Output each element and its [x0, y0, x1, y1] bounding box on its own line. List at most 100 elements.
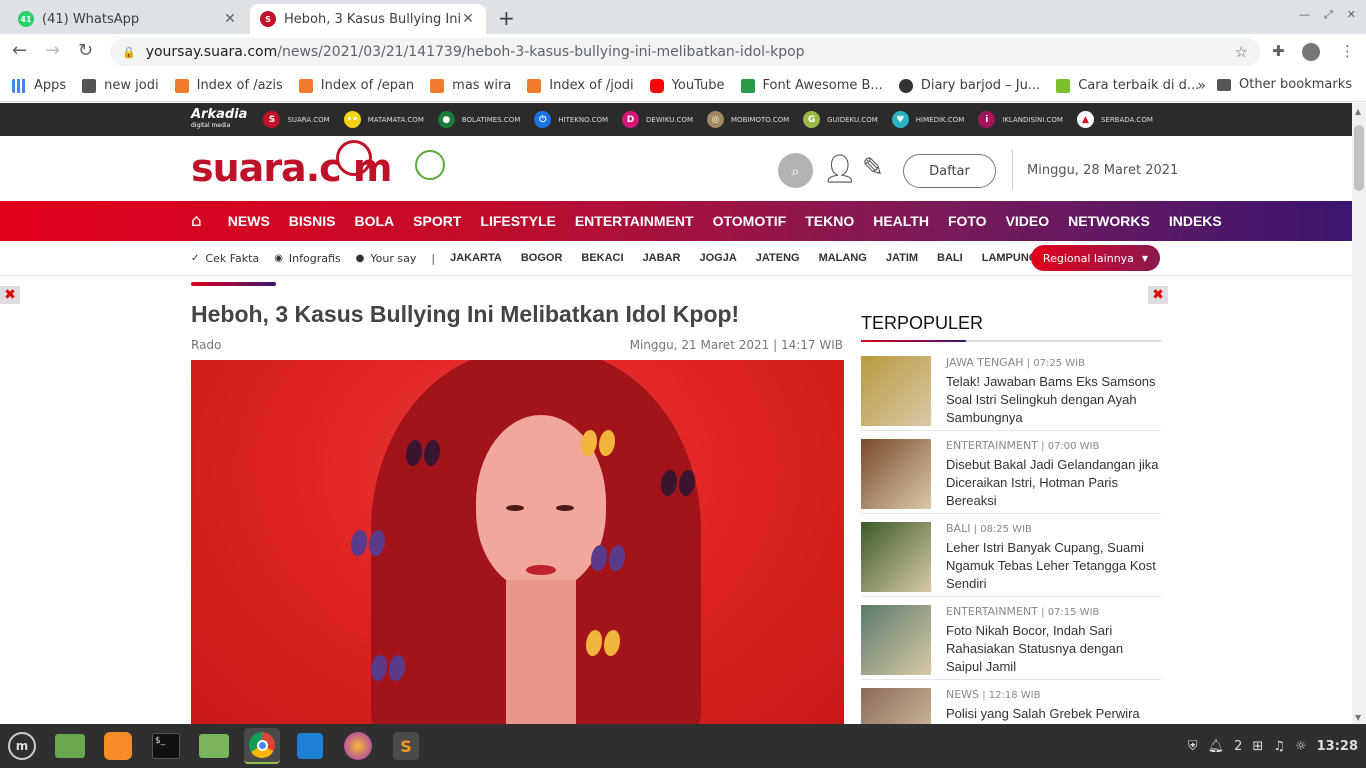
- popular-item[interactable]: NEWS | 12:18 WIB Polisi yang Salah Grebek…: [861, 680, 1161, 724]
- nav-item-health[interactable]: HEALTH: [873, 213, 929, 229]
- shield-icon[interactable]: ⛨: [1188, 739, 1198, 754]
- network-site-link[interactable]: S SUARA.COM: [263, 111, 330, 128]
- back-icon[interactable]: ←: [12, 40, 27, 61]
- firefox-dev-icon[interactable]: [340, 728, 376, 764]
- brightness-icon[interactable]: ☼: [1295, 739, 1307, 754]
- reload-icon[interactable]: ↻: [78, 40, 93, 61]
- close-tab-icon[interactable]: ✕: [460, 11, 476, 27]
- popular-title[interactable]: Polisi yang Salah Grebek Perwira: [946, 705, 1140, 723]
- region-jakarta[interactable]: JAKARTA: [450, 252, 502, 264]
- daftar-button[interactable]: Daftar: [903, 154, 996, 188]
- nav-item-sport[interactable]: SPORT: [413, 213, 461, 229]
- nav-item-indeks[interactable]: INDEKS: [1169, 213, 1222, 229]
- nav-item-foto[interactable]: FOTO: [948, 213, 987, 229]
- scroll-up-icon[interactable]: ▲: [1355, 107, 1361, 116]
- nav-item-otomotif[interactable]: OTOMOTIF: [713, 213, 787, 229]
- bookmark-index-azis[interactable]: Index of /azis: [174, 78, 283, 93]
- nav-item-bisnis[interactable]: BISNIS: [289, 213, 336, 229]
- bookmark-index-epan[interactable]: Index of /epan: [298, 78, 414, 93]
- network-site-link[interactable]: ▲ SERBADA.COM: [1076, 111, 1153, 128]
- popular-thumbnail[interactable]: [861, 522, 931, 592]
- home-icon[interactable]: ⌂: [191, 211, 202, 231]
- popular-item[interactable]: ENTERTAINMENT | 07:00 WIB Disebut Bakal J…: [861, 431, 1161, 514]
- popular-thumbnail[interactable]: [861, 605, 931, 675]
- regional-lainnya-button[interactable]: Regional lainnya ▼: [1031, 245, 1160, 271]
- terminal-icon[interactable]: $_: [148, 728, 184, 764]
- network-site-link[interactable]: ♥ HIMEDIK.COM: [891, 111, 964, 128]
- tab-suara[interactable]: S Heboh, 3 Kasus Bullying Ini Me ✕: [250, 4, 486, 34]
- region-lampung[interactable]: LAMPUNG: [982, 252, 1038, 264]
- bookmark-diary-barjod[interactable]: Diary barjod – Ju...: [898, 78, 1040, 93]
- firefox-icon[interactable]: [100, 728, 136, 764]
- close-ad-left-icon[interactable]: ✖: [0, 286, 20, 304]
- tab-whatsapp[interactable]: 41 (41) WhatsApp ✕: [8, 4, 248, 34]
- network-site-link[interactable]: i IKLANDISINI.COM: [978, 111, 1063, 128]
- article-author[interactable]: Rado: [191, 338, 221, 352]
- nav-item-video[interactable]: VIDEO: [1006, 213, 1050, 229]
- network-site-link[interactable]: G GUIDEKU.COM: [803, 111, 878, 128]
- close-tab-icon[interactable]: ✕: [222, 11, 238, 27]
- files-icon[interactable]: [52, 728, 88, 764]
- bookmark-new-jodi[interactable]: new jodi: [82, 78, 159, 93]
- address-bar[interactable]: 🔒 yoursay.suara.com/news/2021/03/21/1417…: [110, 38, 1260, 66]
- region-jogja[interactable]: JOGJA: [699, 252, 736, 264]
- forward-icon[interactable]: →: [45, 40, 60, 61]
- region-malang[interactable]: MALANG: [819, 252, 867, 264]
- region-bekaci[interactable]: BEKACI: [581, 252, 623, 264]
- user-icon[interactable]: 👤︎: [822, 152, 858, 185]
- clock[interactable]: 13:28: [1317, 739, 1358, 754]
- region-jatim[interactable]: JATIM: [886, 252, 918, 264]
- scroll-down-icon[interactable]: ▼: [1355, 713, 1361, 722]
- popular-title[interactable]: Telak! Jawaban Bams Eks Samsons Soal Ist…: [946, 373, 1161, 427]
- page-scrollbar[interactable]: ▲ ▼: [1352, 103, 1366, 724]
- folder-icon[interactable]: [196, 728, 232, 764]
- close-ad-right-icon[interactable]: ✖: [1148, 286, 1168, 304]
- region-bali[interactable]: BALI: [937, 252, 963, 264]
- lock-icon[interactable]: 🔒: [122, 46, 136, 59]
- mint-menu-icon[interactable]: m: [4, 728, 40, 764]
- nav-item-entertainment[interactable]: ENTERTAINMENT: [575, 213, 694, 229]
- nav-item-news[interactable]: NEWS: [228, 213, 270, 229]
- bookmark-index-jodi[interactable]: Index of /jodi: [527, 78, 634, 93]
- popular-category[interactable]: BALI: [946, 522, 970, 535]
- nav-item-tekno[interactable]: TEKNO: [805, 213, 854, 229]
- bookmark-star-icon[interactable]: ☆: [1235, 43, 1248, 61]
- minimize-icon[interactable]: —: [1299, 8, 1310, 22]
- popular-thumbnail[interactable]: [861, 439, 931, 509]
- popular-thumbnail[interactable]: [861, 688, 931, 724]
- profile-avatar[interactable]: [1302, 43, 1320, 61]
- arkadia-logo[interactable]: Arkadia digital media: [191, 108, 247, 131]
- popular-title[interactable]: Disebut Bakal Jadi Gelandangan jika Dice…: [946, 456, 1161, 510]
- network-site-link[interactable]: ⏻ HITEKNO.COM: [534, 111, 608, 128]
- edit-icon[interactable]: ✎: [862, 153, 884, 183]
- vscode-icon[interactable]: [292, 728, 328, 764]
- new-tab-button[interactable]: +: [498, 6, 515, 30]
- nav-item-networks[interactable]: NETWORKS: [1068, 213, 1150, 229]
- network-site-link[interactable]: •• MATAMATA.COM: [343, 111, 424, 128]
- nav-item-bola[interactable]: BOLA: [354, 213, 394, 229]
- cek-fakta-link[interactable]: ✓ Cek Fakta: [191, 252, 259, 265]
- popular-title[interactable]: Leher Istri Banyak Cupang, Suami Ngamuk …: [946, 539, 1161, 593]
- popular-title[interactable]: Foto Nikah Bocor, Indah Sari Rahasiakan …: [946, 622, 1161, 676]
- sublime-icon[interactable]: S: [388, 728, 424, 764]
- extensions-icon[interactable]: ✚: [1272, 42, 1285, 60]
- other-bookmarks[interactable]: Other bookmarks: [1216, 77, 1352, 92]
- suara-logo[interactable]: suara.c m: [191, 140, 445, 190]
- network-site-link[interactable]: ● BOLATIMES.COM: [437, 111, 520, 128]
- popular-category[interactable]: NEWS: [946, 688, 979, 701]
- restore-icon[interactable]: ⤢: [1324, 8, 1333, 22]
- network-icon[interactable]: ⊞: [1252, 739, 1263, 754]
- sound-icon[interactable]: ♫: [1273, 739, 1285, 754]
- network-site-link[interactable]: D DEWIKU.COM: [622, 111, 693, 128]
- infografis-link[interactable]: ◉ Infografis: [274, 252, 340, 265]
- chrome-icon[interactable]: [244, 728, 280, 764]
- popular-category[interactable]: JAWA TENGAH: [946, 356, 1024, 369]
- popular-item[interactable]: ENTERTAINMENT | 07:15 WIB Foto Nikah Boco…: [861, 597, 1161, 680]
- region-jateng[interactable]: JATENG: [756, 252, 800, 264]
- more-bookmarks-chevron-icon[interactable]: »: [1197, 78, 1206, 94]
- nav-item-lifestyle[interactable]: LIFESTYLE: [480, 213, 555, 229]
- bookmark-mas-wira[interactable]: mas wira: [430, 78, 511, 93]
- scroll-thumb[interactable]: [1354, 125, 1364, 191]
- popular-thumbnail[interactable]: [861, 356, 931, 426]
- your-say-link[interactable]: ● Your say: [356, 252, 417, 265]
